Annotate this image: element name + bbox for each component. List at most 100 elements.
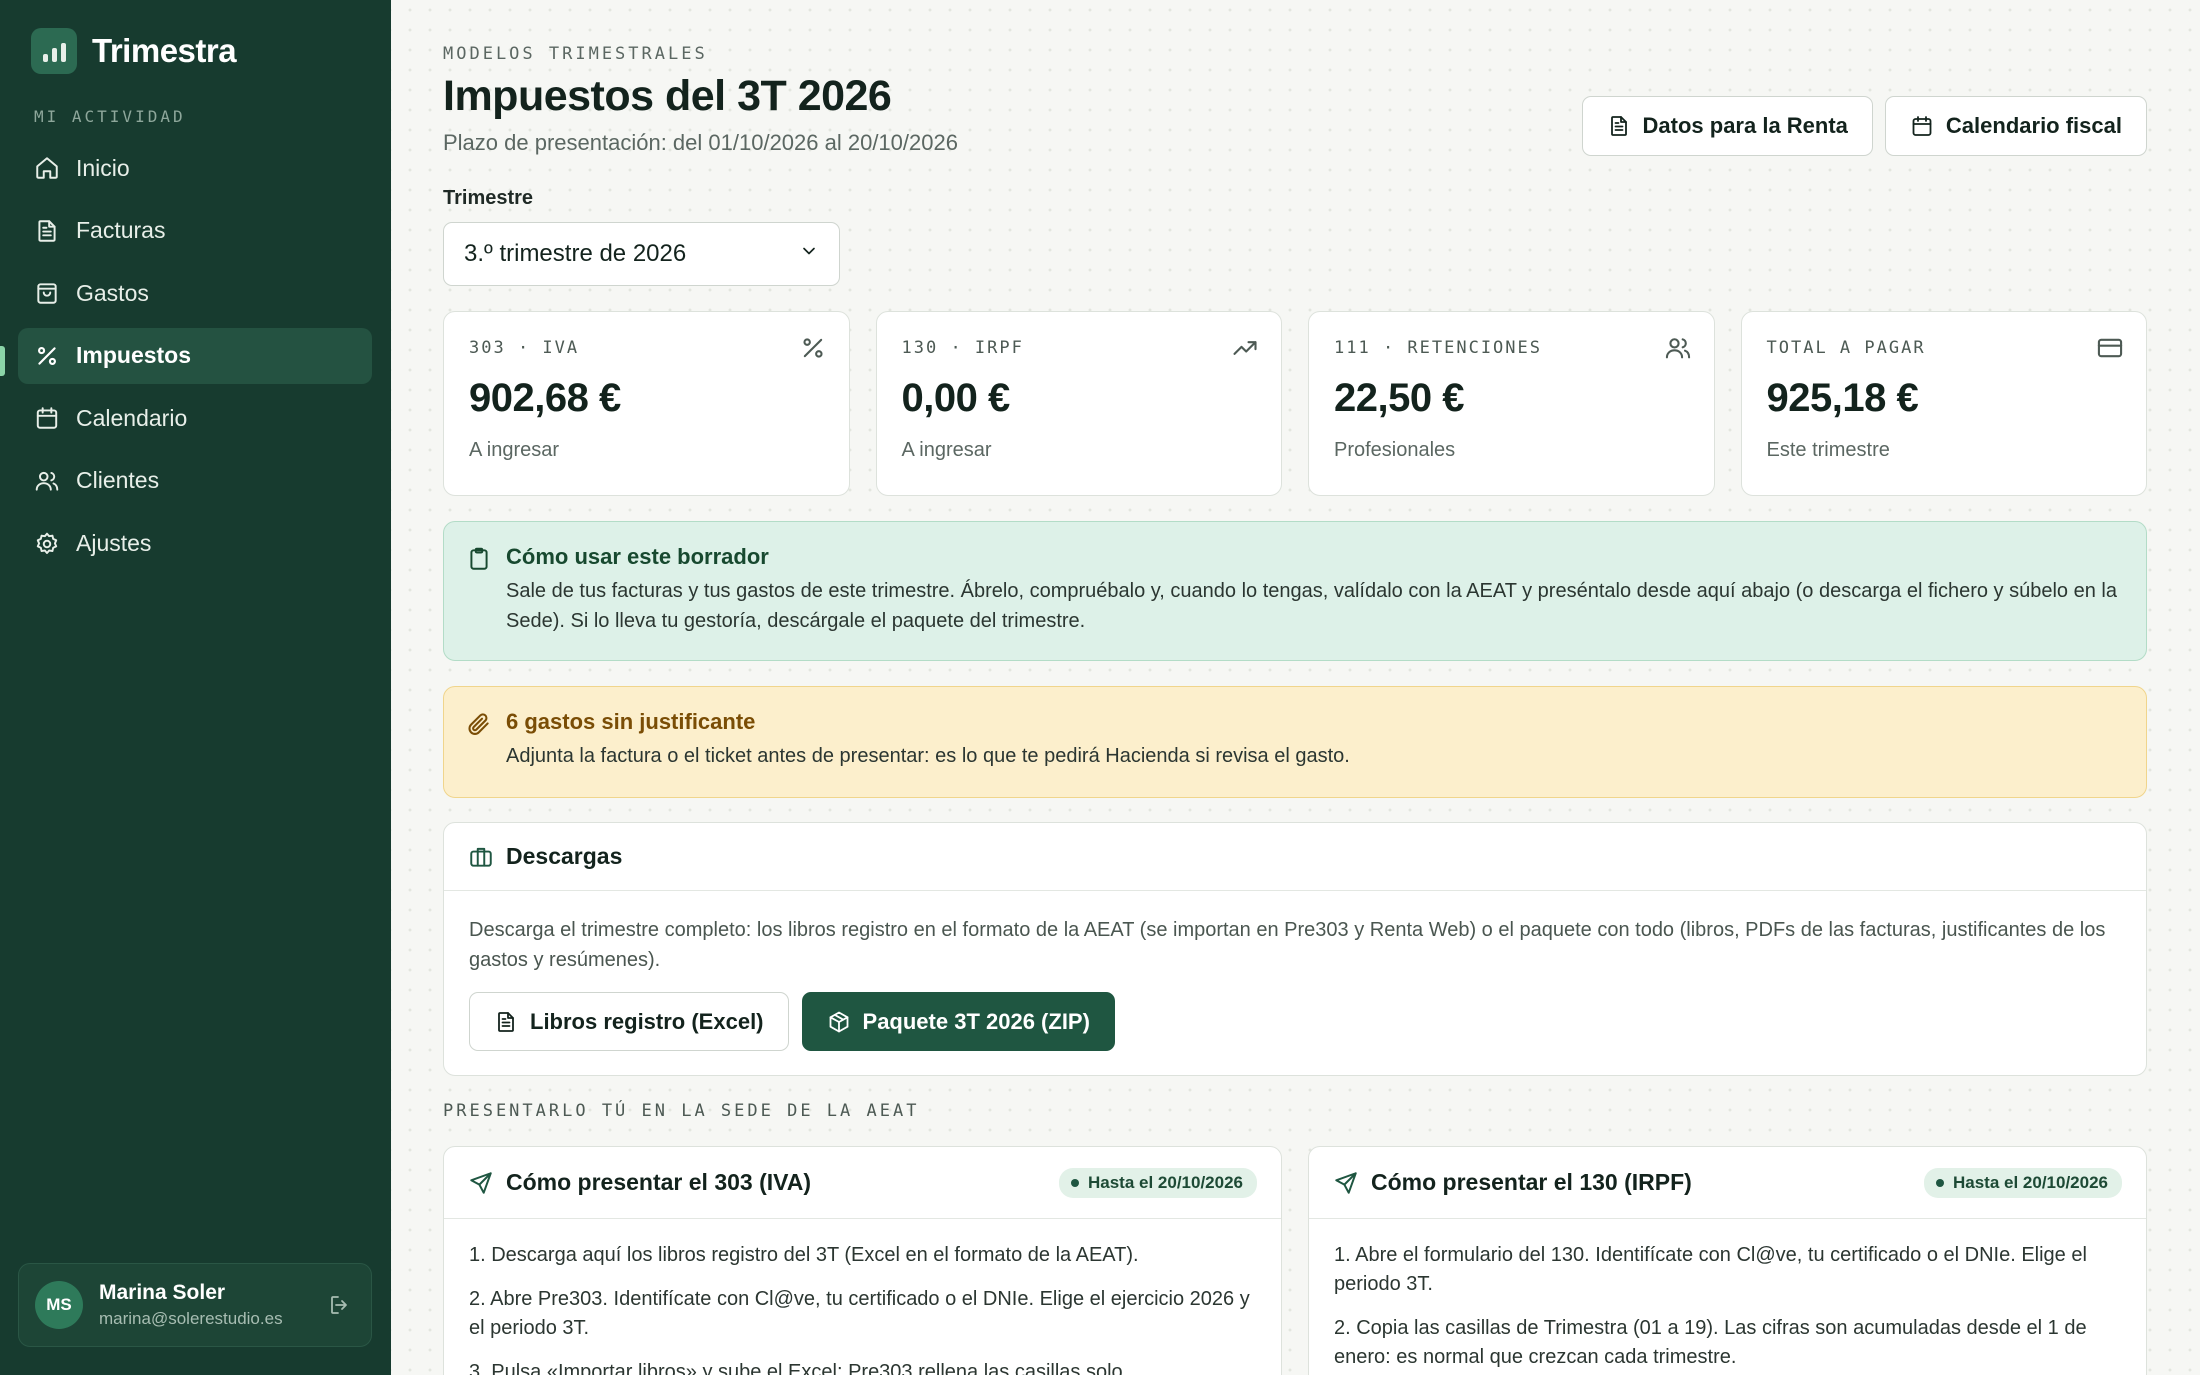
stat-value: 22,50 € (1334, 376, 1464, 420)
percent-icon (802, 338, 823, 358)
status-dot (1070, 1178, 1079, 1187)
avatar: MS (35, 1281, 83, 1329)
stat-value: 902,68 € (469, 376, 621, 420)
users-icon (1665, 338, 1690, 359)
sidebar-item-label: Impuestos (76, 342, 192, 369)
draft-info-alert: Cómo usar este borrador Sale de tus fact… (443, 521, 2147, 661)
sidebar-item-impuestos[interactable]: Impuestos (18, 327, 372, 384)
calendar-icon (33, 404, 61, 432)
stat-label: 111 · RETENCIONES (1334, 338, 1542, 358)
sidebar: Trimestra MI ACTIVIDAD Inicio Facturas G… (0, 0, 391, 1375)
settings-icon (33, 530, 61, 558)
clipboard-icon (470, 547, 488, 570)
missing-receipts-alert[interactable]: 6 gastos sin justificante Adjunta la fac… (443, 686, 2147, 798)
user-card[interactable]: MS Marina Soler marina@solerestudio.es (18, 1263, 372, 1347)
stat-label: 130 · IRPF (901, 338, 1024, 358)
home-icon (33, 154, 61, 182)
calendar-icon (1912, 116, 1932, 136)
app-name: Trimestra (92, 32, 237, 69)
howto-130-header: Cómo presentar el 130 (IRPF) Hasta el 20… (1309, 1147, 2146, 1219)
download-zip-button[interactable]: Paquete 3T 2026 (ZIP) (801, 992, 1115, 1051)
quarter-label: Trimestre (443, 187, 534, 209)
stat-card-303[interactable]: 303 · IVA 902,68 € A ingresar (443, 311, 850, 496)
file-text-icon (498, 1011, 514, 1032)
alert-body: Sale de tus facturas y tus gastos de est… (506, 580, 2117, 632)
brand[interactable]: Trimestra (31, 28, 237, 74)
send-icon (470, 1171, 492, 1194)
howto-303-steps: 1. Descarga aquí los libros registro del… (444, 1219, 1281, 1375)
users-icon (33, 467, 61, 495)
list-item: 1. Descarga aquí los libros registro del… (469, 1244, 1139, 1266)
howto-130-steps: 1. Abre el formulario del 130. Identifíc… (1309, 1219, 2146, 1375)
deadline-text: Hasta el 20/10/2026 (1952, 1172, 2108, 1192)
download-excel-label: Libros registro (Excel) (530, 1008, 764, 1034)
howto-303-card: Cómo presentar el 303 (IVA) Hasta el 20/… (443, 1146, 1282, 1375)
list-item: 3. Pulsa «Importar libros» y sube el Exc… (469, 1361, 1129, 1375)
download-zip-label: Paquete 3T 2026 (ZIP) (862, 1008, 1090, 1034)
stat-label: 303 · IVA (469, 338, 580, 358)
sidebar-item-label: Calendario (76, 404, 188, 431)
sidebar-item-label: Facturas (76, 217, 166, 244)
send-icon (1335, 1171, 1357, 1194)
page-title: Impuestos del 3T 2026 (443, 72, 892, 120)
howto-130-title: Cómo presentar el 130 (IRPF) (1371, 1169, 1692, 1195)
stat-value: 0,00 € (901, 376, 1011, 420)
stat-card-130[interactable]: 130 · IRPF 0,00 € A ingresar (875, 311, 1282, 496)
briefcase-icon (470, 847, 492, 867)
fiscal-calendar-label: Calendario fiscal (1945, 113, 2122, 138)
renta-data-label: Datos para la Renta (1642, 113, 1848, 138)
downloads-header: Descargas (444, 823, 2146, 891)
tax-summary: 303 · IVA 902,68 € A ingresar 130 · IRPF… (443, 311, 2147, 496)
stat-card-total[interactable]: TOTAL A PAGAR 925,18 € Este trimestre (1740, 311, 2147, 496)
stat-label: TOTAL A PAGAR (1766, 338, 1926, 358)
quarter-value: 3.º trimestre de 2026 (464, 240, 687, 267)
present-section-label: PRESENTARLO TÚ EN LA SEDE DE LA AEAT (443, 1101, 920, 1121)
sidebar-item-inicio[interactable]: Inicio (18, 140, 372, 196)
sidebar-item-gastos[interactable]: Gastos (18, 265, 372, 321)
howto-303-header: Cómo presentar el 303 (IVA) Hasta el 20/… (444, 1147, 1281, 1219)
file-text-icon (1610, 116, 1627, 136)
logo-icon (31, 28, 77, 74)
percent-icon (33, 342, 61, 370)
quarter-select[interactable]: 3.º trimestre de 2026 (443, 222, 840, 286)
user-name: Marina Soler (99, 1281, 226, 1304)
sidebar-section-label: MI ACTIVIDAD (34, 107, 186, 126)
package-icon (829, 1011, 848, 1032)
deadline-badge: Hasta el 20/10/2026 (1058, 1167, 1257, 1198)
file-text-icon (33, 217, 61, 245)
downloads-title: Descargas (506, 843, 623, 869)
sidebar-item-label: Inicio (76, 154, 130, 181)
stat-value: 925,18 € (1766, 376, 1919, 420)
downloads-description: Descarga el trimestre completo: los libr… (469, 919, 2106, 971)
shopping-bag-icon (33, 279, 61, 307)
sidebar-item-facturas[interactable]: Facturas (18, 203, 372, 259)
paperclip-icon (468, 713, 489, 735)
howto-130-card: Cómo presentar el 130 (IRPF) Hasta el 20… (1308, 1146, 2147, 1375)
list-item: 2. Copia las casillas de Trimestra (01 a… (1334, 1317, 2087, 1368)
sidebar-nav: Inicio Facturas Gastos Impuestos Calenda… (18, 140, 372, 578)
fiscal-calendar-button[interactable]: Calendario fiscal (1884, 96, 2147, 156)
sidebar-item-calendario[interactable]: Calendario (18, 390, 372, 446)
header-actions: Datos para la Renta Calendario fiscal (1581, 96, 2147, 156)
stat-card-111[interactable]: 111 · RETENCIONES 22,50 € Profesionales (1308, 311, 1715, 496)
list-item: 1. Abre el formulario del 130. Identifíc… (1334, 1244, 2087, 1295)
list-item: 2. Abre Pre303. Identifícate con Cl@ve, … (469, 1288, 1250, 1339)
logout-icon[interactable] (325, 1290, 355, 1320)
alert-body: Adjunta la factura o el ticket antes de … (506, 745, 1350, 767)
user-info: Marina Soler marina@solerestudio.es (99, 1281, 325, 1329)
renta-data-button[interactable]: Datos para la Renta (1581, 96, 1873, 156)
trending-up-icon (1233, 341, 1257, 355)
page-eyebrow: MODELOS TRIMESTRALES (443, 44, 708, 64)
download-excel-button[interactable]: Libros registro (Excel) (469, 992, 789, 1051)
credit-card-icon (2097, 338, 2123, 358)
howto-303-title: Cómo presentar el 303 (IVA) (506, 1169, 812, 1195)
downloads-actions: Libros registro (Excel) Paquete 3T 2026 … (469, 992, 2121, 1051)
alert-title: 6 gastos sin justificante (506, 709, 756, 734)
main-content: MODELOS TRIMESTRALES Impuestos del 3T 20… (443, 0, 2147, 1375)
stat-note: A ingresar (469, 439, 560, 461)
page-subtitle: Plazo de presentación: del 01/10/2026 al… (443, 130, 958, 155)
downloads-card: Descargas Descarga el trimestre completo… (443, 822, 2147, 1076)
sidebar-item-clientes[interactable]: Clientes (18, 453, 372, 509)
sidebar-item-ajustes[interactable]: Ajustes (18, 516, 372, 572)
chevron-down-icon (799, 240, 819, 268)
